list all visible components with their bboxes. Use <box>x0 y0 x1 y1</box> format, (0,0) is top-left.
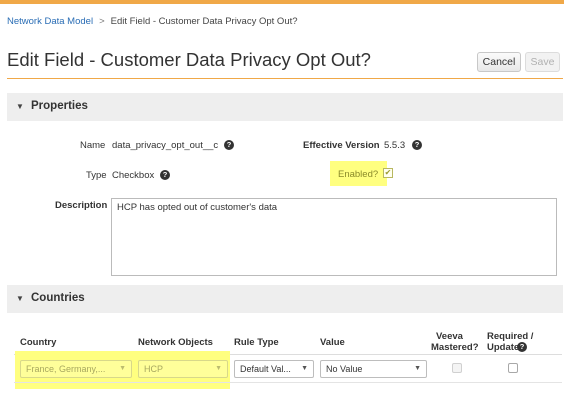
type-value: Checkbox <box>112 170 155 181</box>
chevron-down-icon: ▼ <box>301 365 308 372</box>
collapse-triangle-icon[interactable]: ▼ <box>16 102 24 111</box>
breadcrumb-separator: > <box>99 16 105 27</box>
description-label: Description <box>55 200 108 211</box>
enabled-checkbox[interactable]: ✔ <box>383 168 393 178</box>
title-divider <box>7 78 563 79</box>
collapse-triangle-icon[interactable]: ▼ <box>16 294 24 303</box>
effective-version-value: 5.5.3 <box>384 140 406 151</box>
name-value: data_privacy_opt_out__c <box>112 140 219 151</box>
type-help-icon[interactable]: ? <box>160 170 170 180</box>
country-select-value: France, Germany,... <box>26 364 106 374</box>
properties-section-header[interactable]: ▼ Properties <box>7 93 563 121</box>
veeva-mastered-checkbox[interactable] <box>452 363 462 373</box>
rule-type-select-value: Default Val... <box>240 364 291 374</box>
enabled-label: Enabled? <box>338 169 379 180</box>
countries-section-header[interactable]: ▼ Countries <box>7 285 563 313</box>
save-button[interactable]: Save <box>525 52 560 72</box>
column-header-country: Country <box>20 337 57 348</box>
name-help-icon[interactable]: ? <box>224 140 234 150</box>
column-header-required-line2: Update <box>487 342 520 353</box>
breadcrumb: Network Data Model > Edit Field - Customer… <box>7 16 298 27</box>
required-update-checkbox[interactable] <box>508 363 518 373</box>
top-accent-bar <box>0 0 564 4</box>
properties-section-title: Properties <box>31 100 88 112</box>
network-objects-select-value: HCP <box>144 364 164 374</box>
value-select[interactable]: No Value ▼ <box>320 360 427 378</box>
chevron-down-icon: ▼ <box>215 365 222 372</box>
country-select[interactable]: France, Germany,... ▼ <box>20 360 132 378</box>
required-help-icon[interactable]: ? <box>517 342 527 352</box>
column-header-required-line1: Required / <box>487 331 534 342</box>
page-title: Edit Field - Customer Data Privacy Opt O… <box>7 49 371 70</box>
chevron-down-icon: ▼ <box>119 365 126 372</box>
chevron-down-icon: ▼ <box>414 365 421 372</box>
effective-version-label: Effective Version <box>303 140 380 151</box>
column-header-veeva-line1: Veeva <box>436 331 463 342</box>
effective-version-help-icon[interactable]: ? <box>412 140 422 150</box>
column-header-veeva-line2: Mastered? <box>431 342 479 353</box>
breadcrumb-link-network-data-model[interactable]: Network Data Model <box>7 16 93 27</box>
name-label: Name <box>80 140 106 151</box>
column-header-value: Value <box>320 337 345 348</box>
network-objects-select[interactable]: HCP ▼ <box>138 360 228 378</box>
type-label: Type <box>86 170 107 181</box>
countries-section-title: Countries <box>31 292 85 304</box>
cancel-button[interactable]: Cancel <box>477 52 521 72</box>
table-row-divider <box>14 382 562 383</box>
description-textarea[interactable]: HCP has opted out of customer's data <box>111 198 557 276</box>
value-select-value: No Value <box>326 364 363 374</box>
breadcrumb-current: Edit Field - Customer Data Privacy Opt O… <box>110 16 298 27</box>
column-header-rule-type: Rule Type <box>234 337 279 348</box>
rule-type-select[interactable]: Default Val... ▼ <box>234 360 314 378</box>
column-header-network-objects: Network Objects <box>138 337 213 348</box>
